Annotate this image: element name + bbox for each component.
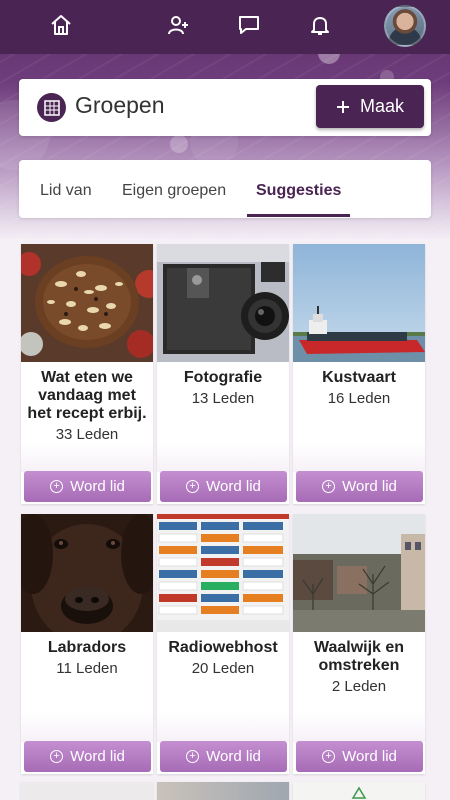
group-thumbnail — [293, 244, 425, 362]
group-card[interactable]: Radiowebhost 20 Leden + Word lid — [157, 514, 289, 774]
join-group-button[interactable]: + Word lid — [296, 471, 423, 502]
group-members-count: 16 Leden — [327, 390, 391, 407]
group-tabs: Lid van Eigen groepen Suggesties — [19, 160, 431, 218]
group-name: Fotografie — [183, 369, 263, 386]
join-group-button[interactable]: + Word lid — [24, 471, 151, 502]
group-card-partial[interactable] — [293, 782, 425, 800]
top-navigation-bar — [0, 0, 450, 54]
group-name: Labradors — [47, 639, 127, 656]
group-thumbnail — [21, 514, 153, 632]
join-group-button[interactable]: + Word lid — [24, 741, 151, 772]
join-group-button[interactable]: + Word lid — [296, 741, 423, 772]
tab-lid-van[interactable]: Lid van — [40, 182, 92, 200]
group-thumbnail — [21, 782, 153, 800]
add-user-icon[interactable] — [165, 12, 191, 38]
tab-suggesties[interactable]: Suggesties — [256, 182, 341, 200]
plus-circle-icon: + — [186, 480, 200, 493]
group-members-count: 11 Leden — [56, 660, 118, 677]
active-tab-indicator — [247, 214, 350, 217]
group-thumbnail — [21, 244, 153, 362]
group-thumbnail — [157, 782, 289, 800]
card-fade — [157, 712, 289, 742]
home-icon[interactable] — [48, 12, 74, 38]
plus-circle-icon: + — [322, 480, 336, 493]
card-fade — [293, 442, 425, 472]
page-title-card: Groepen Maak — [19, 79, 431, 136]
group-card[interactable]: Wat eten we vandaag met het recept erbij… — [21, 244, 153, 504]
group-members-count: 13 Leden — [191, 390, 255, 407]
page-title: Groepen — [75, 92, 165, 118]
group-members-count: 2 Leden — [331, 678, 387, 695]
group-card-partial[interactable] — [157, 782, 289, 800]
group-thumbnail — [157, 244, 289, 362]
card-fade — [157, 442, 289, 472]
tab-eigen-groepen[interactable]: Eigen groepen — [122, 182, 226, 200]
plus-circle-icon: + — [322, 750, 336, 763]
group-name: Radiowebhost — [168, 639, 278, 656]
group-card[interactable]: Labradors 11 Leden + Word lid — [21, 514, 153, 774]
group-card[interactable]: Fotografie 13 Leden + Word lid — [157, 244, 289, 504]
group-thumbnail — [293, 514, 425, 632]
group-thumbnail — [157, 514, 289, 632]
join-group-button[interactable]: + Word lid — [160, 741, 287, 772]
group-name: Wat eten we vandaag met het recept erbij… — [27, 369, 147, 422]
card-fade — [293, 712, 425, 742]
group-name: Waalwijk en omstreken — [313, 639, 405, 674]
group-thumbnail — [293, 782, 425, 800]
user-avatar[interactable] — [384, 5, 426, 47]
plus-icon — [336, 100, 349, 113]
join-label: Word lid — [70, 748, 125, 765]
make-group-button[interactable]: Maak — [316, 85, 424, 128]
groups-icon — [37, 93, 66, 122]
group-card[interactable]: Waalwijk en omstreken 2 Leden + Word lid — [293, 514, 425, 774]
card-fade — [21, 442, 153, 472]
join-group-button[interactable]: + Word lid — [160, 471, 287, 502]
group-members-count: 20 Leden — [191, 660, 255, 677]
join-label: Word lid — [342, 748, 397, 765]
join-label: Word lid — [206, 478, 261, 495]
make-group-label: Maak — [359, 96, 404, 116]
group-card-partial[interactable] — [21, 782, 153, 800]
plus-circle-icon: + — [186, 750, 200, 763]
join-label: Word lid — [70, 478, 125, 495]
join-label: Word lid — [342, 478, 397, 495]
chat-icon[interactable] — [236, 12, 262, 38]
group-name: Kustvaart — [322, 369, 396, 386]
group-card[interactable]: Kustvaart 16 Leden + Word lid — [293, 244, 425, 504]
join-label: Word lid — [206, 748, 261, 765]
card-fade — [21, 712, 153, 742]
bell-icon[interactable] — [307, 12, 333, 38]
group-members-count: 33 Leden — [55, 426, 119, 443]
plus-circle-icon: + — [50, 750, 64, 763]
plus-circle-icon: + — [50, 480, 64, 493]
